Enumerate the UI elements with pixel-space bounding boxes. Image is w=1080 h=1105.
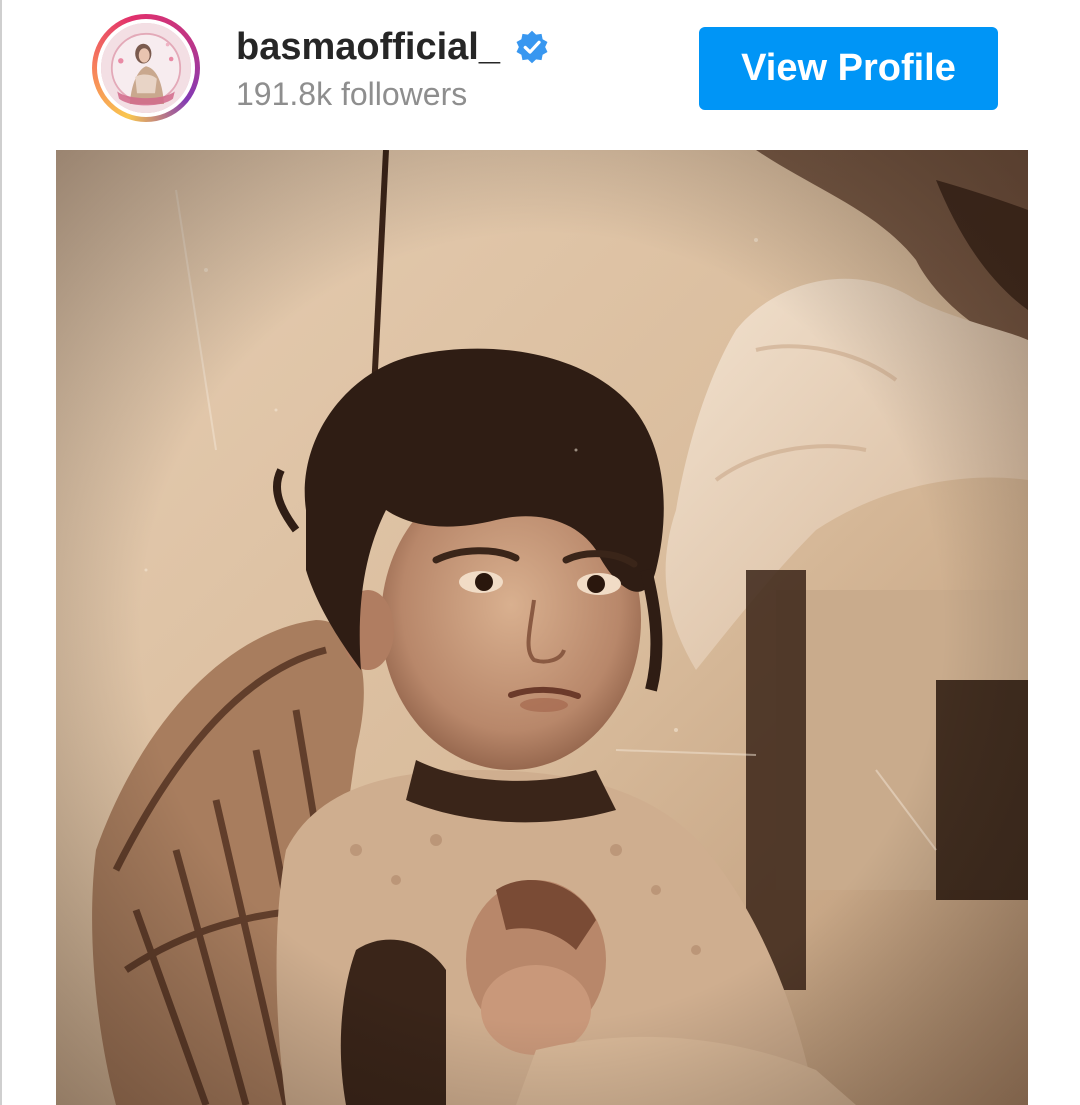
avatar[interactable] <box>101 23 191 113</box>
verified-badge-icon <box>514 29 550 65</box>
sepia-photo-image <box>56 150 1028 1105</box>
avatar-frame <box>97 19 195 117</box>
profile-avatar-icon <box>101 23 191 113</box>
post-photo[interactable] <box>56 150 1028 1105</box>
username[interactable]: basmaofficial_ <box>236 26 500 69</box>
avatar-story-ring[interactable] <box>92 14 200 122</box>
instagram-embed: basmaofficial_ 191.8k followers View Pro… <box>0 0 1080 1105</box>
username-row: basmaofficial_ <box>236 24 550 70</box>
post-header: basmaofficial_ 191.8k followers View Pro… <box>2 0 1080 150</box>
view-profile-button[interactable]: View Profile <box>699 27 998 110</box>
followers-count: 191.8k followers <box>236 76 468 112</box>
